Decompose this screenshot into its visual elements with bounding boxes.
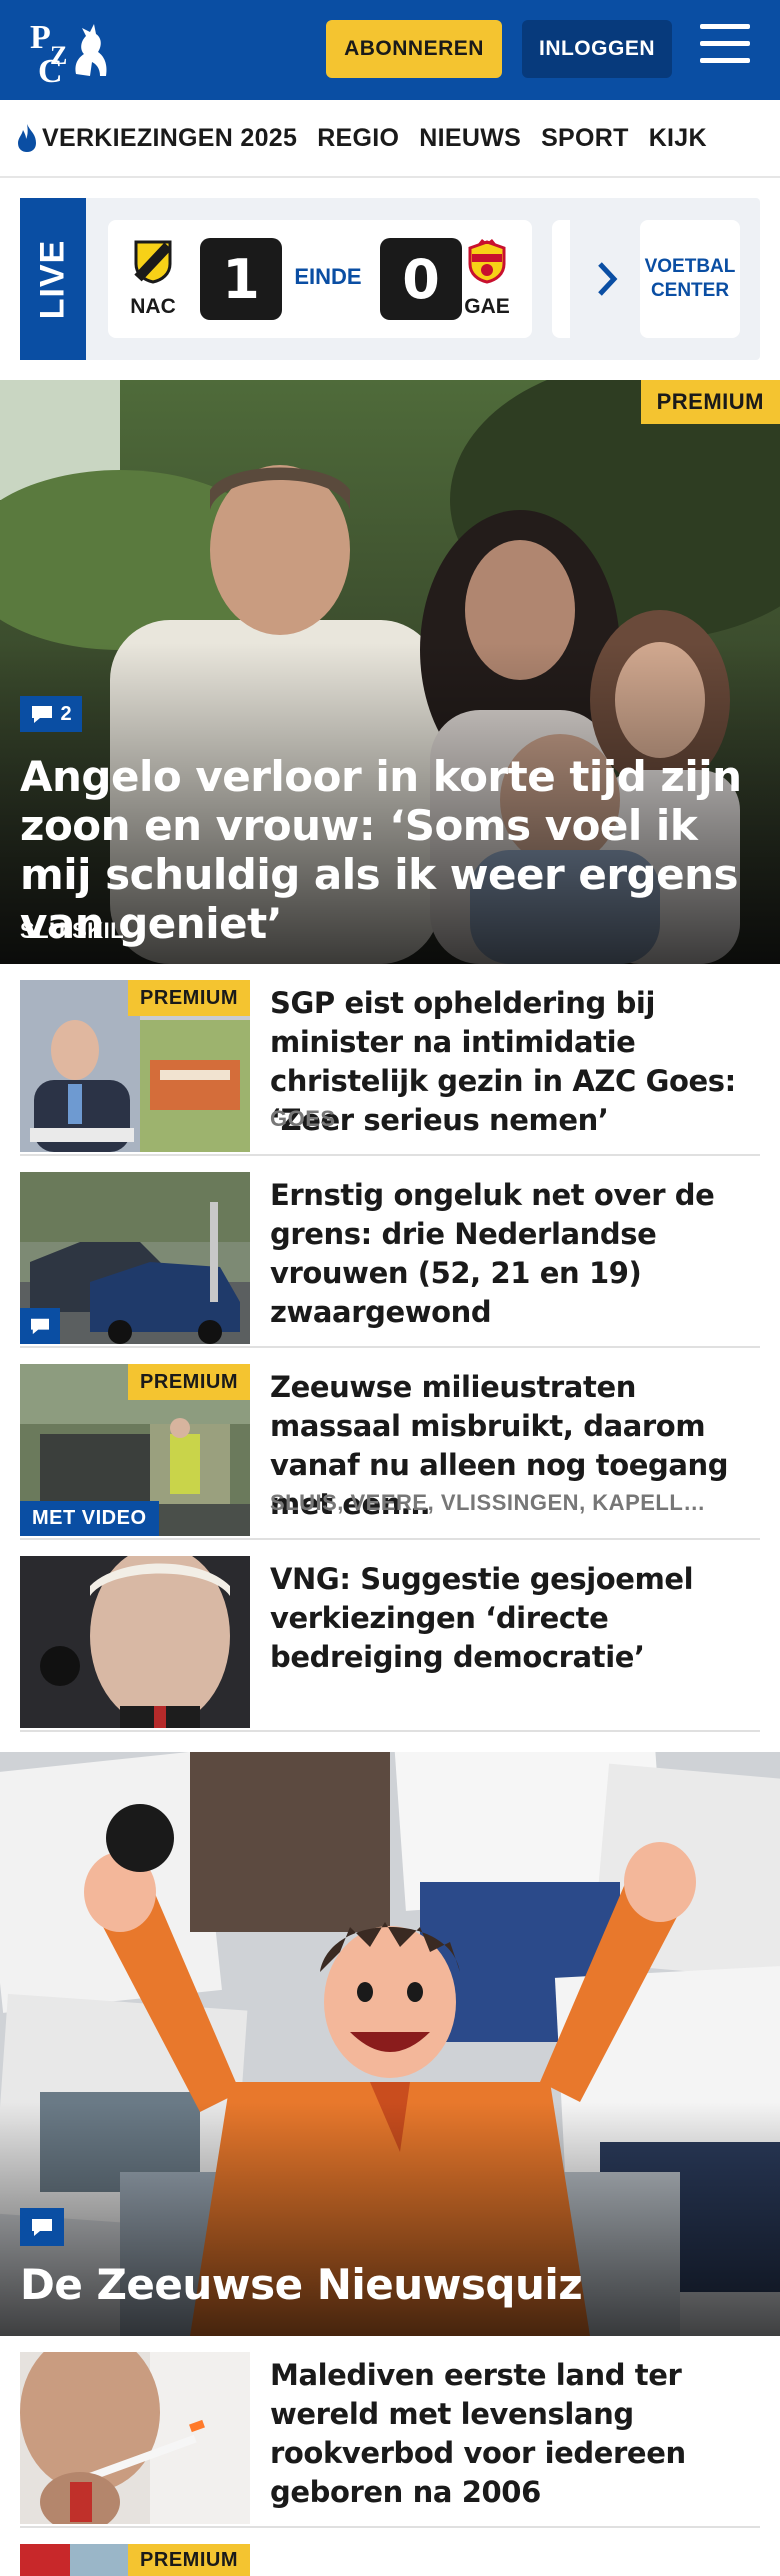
login-button[interactable]: INLOGGEN bbox=[522, 20, 672, 78]
voetbal-center-button[interactable]: VOETBAL CENTER bbox=[640, 220, 740, 338]
article-thumbnail: PREMIUM MET VIDEO bbox=[20, 1364, 250, 1536]
next-match-card-peek[interactable] bbox=[552, 220, 570, 338]
away-team-name: GAE bbox=[464, 295, 510, 318]
quiz-illustration bbox=[0, 1752, 780, 2336]
home-team: NAC bbox=[118, 238, 188, 319]
premium-badge: PREMIUM bbox=[640, 380, 780, 424]
nav-item-nieuws[interactable]: NIEUWS bbox=[419, 124, 521, 153]
comment-badge[interactable] bbox=[20, 1308, 60, 1344]
article-item[interactable]: PREMIUM MET VIDEO Zeeuwse milieustraten … bbox=[20, 1348, 760, 1540]
article-item[interactable]: VNG: Suggestie gesjoemel verkiezingen ‘d… bbox=[20, 1540, 760, 1732]
hamburger-menu-icon[interactable] bbox=[700, 24, 750, 72]
live-label: LIVE bbox=[20, 198, 86, 360]
nav-item-sport[interactable]: SPORT bbox=[541, 124, 629, 153]
article-location: GOES bbox=[270, 1106, 336, 1131]
svg-text:P: P bbox=[30, 19, 51, 56]
article-thumbnail bbox=[20, 1556, 250, 1728]
comment-icon bbox=[32, 2219, 52, 2236]
hero-headline[interactable]: Angelo verloor in korte tijd zijn zoon e… bbox=[20, 752, 760, 948]
home-score: 1 bbox=[200, 238, 282, 320]
away-score: 0 bbox=[380, 238, 462, 320]
article-item[interactable]: PREMIUM bbox=[20, 2528, 760, 2576]
comment-count-badge[interactable]: 2 bbox=[20, 696, 82, 732]
article-item[interactable]: Malediven eerste land ter wereld met lev… bbox=[20, 2336, 760, 2528]
pzc-logo[interactable]: P C Z bbox=[28, 14, 114, 86]
match-card[interactable]: NAC 1 EINDE 0 GAE bbox=[108, 220, 532, 338]
gae-crest-icon bbox=[468, 239, 506, 284]
article-thumbnail bbox=[20, 2352, 250, 2524]
match-status: EINDE bbox=[294, 264, 362, 289]
nav-item-label: VERKIEZINGEN 2025 bbox=[42, 123, 298, 152]
article-thumbnail: PREMIUM bbox=[20, 2544, 250, 2576]
article-headline[interactable]: Ernstig ongeluk net over de grens: drie … bbox=[270, 1176, 760, 1332]
video-badge: MET VIDEO bbox=[20, 1501, 159, 1536]
nac-crest-icon bbox=[134, 240, 172, 284]
quiz-headline[interactable]: De Zeeuwse Nieuwsquiz bbox=[20, 2260, 583, 2309]
article-thumbnail: PREMIUM bbox=[20, 980, 250, 1152]
hero-location: SLUISKIL bbox=[20, 918, 125, 943]
away-team: GAE bbox=[452, 238, 522, 319]
comment-badge[interactable] bbox=[20, 2208, 64, 2246]
premium-badge: PREMIUM bbox=[128, 2544, 250, 2576]
article-item[interactable]: Ernstig ongeluk net over de grens: drie … bbox=[20, 1156, 760, 1348]
svg-text:Z: Z bbox=[50, 41, 67, 70]
comment-icon bbox=[31, 1318, 49, 1335]
article-photo bbox=[20, 1556, 250, 1728]
article-headline[interactable]: Malediven eerste land ter wereld met lev… bbox=[270, 2356, 760, 2512]
home-team-name: NAC bbox=[130, 295, 176, 318]
article-thumbnail bbox=[20, 1172, 250, 1344]
quiz-feature[interactable]: De Zeeuwse Nieuwsquiz bbox=[0, 1752, 780, 2336]
comment-icon bbox=[32, 706, 53, 723]
chevron-right-icon[interactable] bbox=[596, 260, 620, 298]
article-item[interactable]: PREMIUM SGP eist opheldering bij ministe… bbox=[20, 964, 760, 1156]
article-headline[interactable]: VNG: Suggestie gesjoemel verkiezingen ‘d… bbox=[270, 1560, 760, 1677]
nav-item-kijk[interactable]: KIJK bbox=[649, 124, 707, 153]
flame-icon bbox=[18, 124, 36, 152]
live-scores-widget: LIVE NAC 1 EINDE 0 GAE VOETBAL CENTER bbox=[20, 198, 760, 360]
hero-article[interactable]: PREMIUM 2 Angelo verloor in korte tijd z… bbox=[0, 380, 780, 964]
comment-count: 2 bbox=[60, 702, 72, 725]
nav-item-verkiezingen[interactable]: VERKIEZINGEN 2025 bbox=[16, 122, 297, 154]
premium-badge: PREMIUM bbox=[128, 980, 250, 1016]
subscribe-button[interactable]: ABONNEREN bbox=[326, 20, 502, 78]
article-photo bbox=[20, 2352, 250, 2524]
main-nav: VERKIEZINGEN 2025 REGIO NIEUWS SPORT KIJ… bbox=[0, 100, 780, 178]
nav-item-regio[interactable]: REGIO bbox=[317, 124, 399, 153]
site-header: P C Z ABONNEREN INLOGGEN bbox=[0, 0, 780, 100]
premium-badge: PREMIUM bbox=[128, 1364, 250, 1400]
article-location: SLUIS, VEERE, VLISSINGEN, KAPELL… bbox=[270, 1490, 706, 1515]
